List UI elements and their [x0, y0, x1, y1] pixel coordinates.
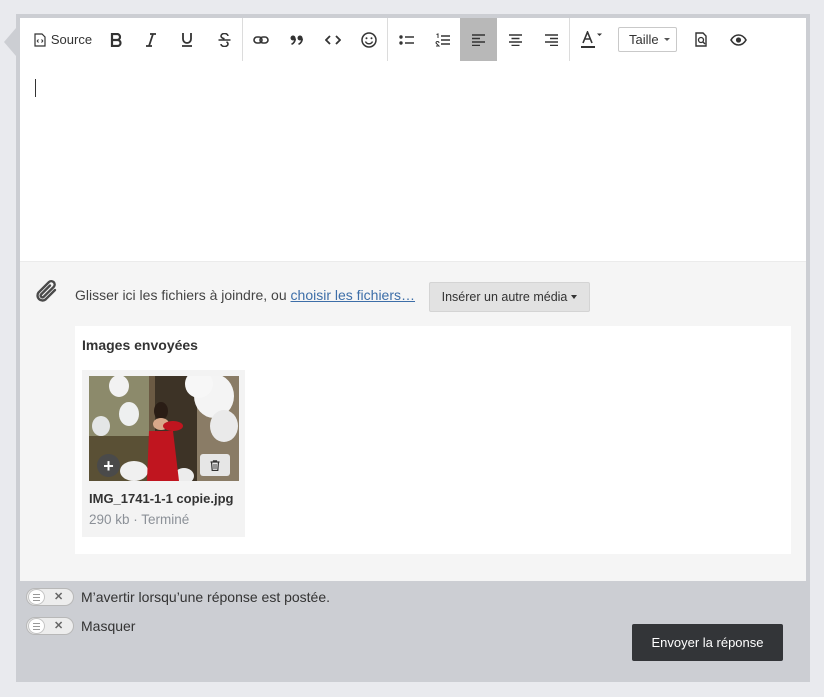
text-color-icon	[581, 30, 602, 48]
underline-icon	[182, 33, 192, 47]
code-button[interactable]	[321, 18, 345, 61]
underline-button[interactable]	[175, 18, 199, 61]
file-status: 290 kb · Terminé	[89, 512, 190, 527]
bullet-list-button[interactable]	[394, 18, 418, 61]
align-left-button[interactable]	[460, 18, 497, 61]
italic-icon	[146, 32, 156, 47]
source-label: Source	[50, 32, 93, 47]
strikethrough-icon	[218, 32, 230, 47]
uploaded-file-card: + IMG_1741-1-1 copie.jpg 290 kb · Termin…	[82, 370, 245, 537]
delete-file-button[interactable]	[200, 454, 230, 476]
bold-button[interactable]	[104, 18, 128, 61]
choose-files-link[interactable]: choisir les fichiers…	[291, 287, 415, 303]
insert-media-button[interactable]: Insérer un autre média	[429, 282, 590, 312]
eye-button[interactable]	[725, 18, 751, 61]
text-color-button[interactable]	[575, 18, 607, 61]
toolbar-separator	[242, 18, 243, 61]
hide-toggle[interactable]: ✕	[26, 617, 74, 635]
emoji-icon	[361, 31, 377, 48]
send-reply-button[interactable]: Envoyer la réponse	[632, 624, 783, 661]
hide-label: Masquer	[81, 618, 136, 634]
notify-label: M’avertir lorsqu’une réponse est postée.	[81, 589, 331, 605]
quote-button[interactable]	[285, 18, 309, 61]
code-icon	[325, 34, 341, 45]
dropzone-instructions: Glisser ici les fichiers à joindre, ou	[75, 287, 291, 303]
align-left-icon	[472, 33, 485, 46]
link-button[interactable]	[249, 18, 273, 61]
dropzone-text: Glisser ici les fichiers à joindre, ou c…	[75, 287, 415, 303]
reply-panel: Source Taille Glisser ici les fichiers à…	[16, 14, 810, 682]
hide-option: ✕ Masquer	[26, 617, 135, 635]
bullet-list-icon	[398, 34, 414, 45]
quote-icon	[290, 35, 304, 45]
message-textarea[interactable]	[20, 61, 806, 261]
source-button[interactable]: Source	[32, 18, 94, 61]
notify-toggle[interactable]: ✕	[26, 588, 74, 606]
toggle-handle-icon	[28, 589, 45, 605]
panel-pointer	[4, 28, 16, 56]
attachment-dropzone[interactable]: Glisser ici les fichiers à joindre, ou c…	[20, 261, 806, 581]
strikethrough-button[interactable]	[212, 18, 236, 61]
emoji-button[interactable]	[357, 18, 381, 61]
close-icon: ✕	[54, 591, 64, 603]
preview-icon	[694, 32, 707, 47]
bold-icon	[110, 32, 122, 47]
source-icon	[34, 32, 46, 47]
numbered-list-button[interactable]	[430, 18, 454, 61]
text-cursor	[35, 79, 36, 97]
editor-toolbar: Source Taille	[20, 18, 806, 61]
numbered-list-icon	[434, 32, 450, 46]
add-to-message-button[interactable]: +	[97, 454, 120, 477]
insert-media-label: Insérer un autre média	[441, 290, 568, 304]
caret-down-icon	[571, 295, 578, 299]
uploaded-images-title: Images envoyées	[82, 337, 198, 353]
file-name: IMG_1741-1-1 copie.jpg	[89, 491, 234, 506]
toolbar-separator	[387, 18, 388, 61]
align-right-icon	[544, 33, 558, 46]
chevron-down-icon	[664, 38, 670, 41]
link-icon	[253, 35, 269, 44]
uploaded-images-panel: Images envoyées + IMG_1741-1-1 copie.jpg…	[75, 326, 791, 554]
close-icon: ✕	[54, 620, 64, 632]
align-center-button[interactable]	[503, 18, 527, 61]
preview-button[interactable]	[689, 18, 713, 61]
rich-text-editor: Source Taille Glisser ici les fichiers à…	[20, 18, 806, 581]
paperclip-icon	[34, 278, 60, 311]
font-size-select[interactable]: Taille	[618, 27, 677, 52]
align-right-button[interactable]	[539, 18, 563, 61]
toggle-handle-icon	[28, 618, 45, 634]
align-center-icon	[508, 33, 522, 46]
eye-icon	[729, 33, 747, 46]
toolbar-separator	[569, 18, 570, 61]
font-size-label: Taille	[629, 32, 659, 47]
italic-button[interactable]	[139, 18, 163, 61]
trash-icon	[210, 459, 220, 471]
notify-option: ✕ M’avertir lorsqu’une réponse est posté…	[26, 588, 330, 606]
